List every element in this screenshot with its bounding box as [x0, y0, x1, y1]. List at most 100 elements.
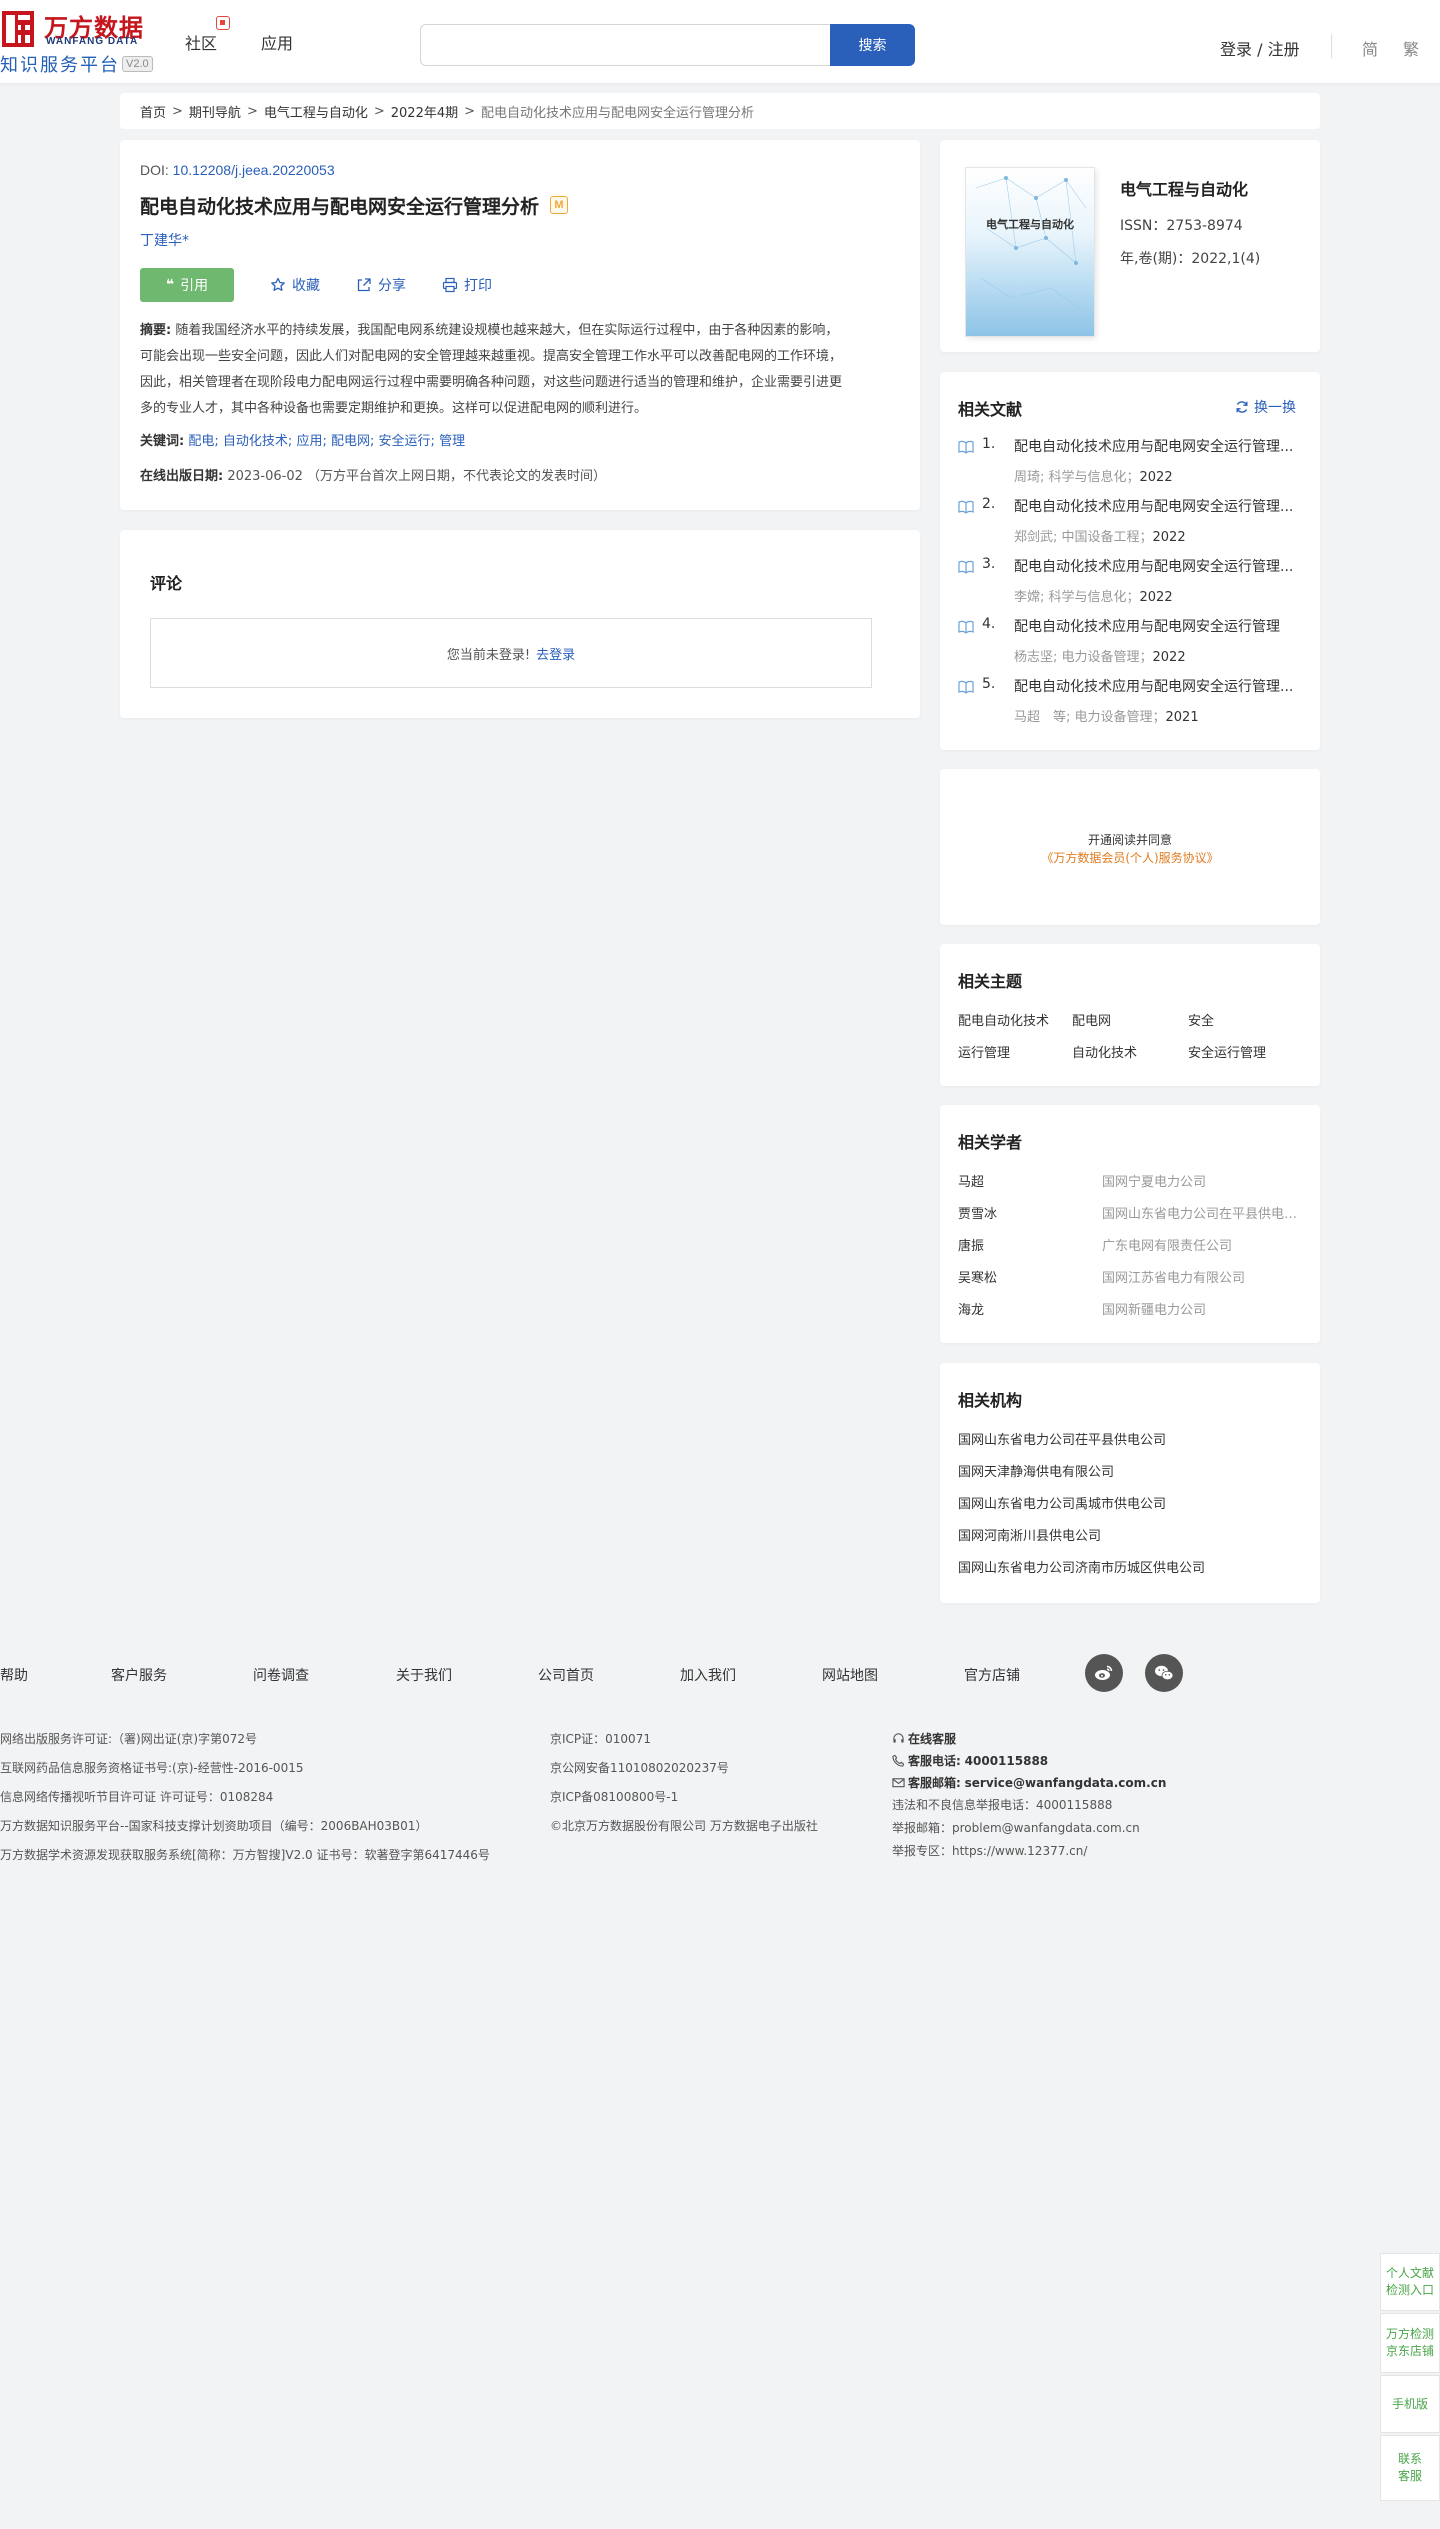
doi-line: DOI: 10.12208/j.jeea.20220053: [140, 162, 335, 178]
breadcrumb-issue[interactable]: 2022年4期: [391, 102, 458, 121]
book-icon: [958, 500, 974, 514]
footer-icp-record[interactable]: 京ICP备08100800号-1: [550, 1788, 678, 1805]
wechat-button[interactable]: [1145, 1654, 1183, 1692]
doc-title[interactable]: 配电自动化技术应用与配电网安全运行管理...: [1014, 496, 1304, 516]
journal-name[interactable]: 电气工程与自动化: [1120, 176, 1248, 200]
org-link[interactable]: 国网山东省电力公司茌平县供电公司: [958, 1429, 1166, 1448]
keyword-sep: ;: [370, 434, 375, 449]
topic-link[interactable]: 配电自动化技术: [958, 1010, 1058, 1029]
lang-simplified[interactable]: 简: [1362, 36, 1378, 60]
doc-meta: 周琦; 科学与信息化；2022: [1014, 466, 1173, 485]
footer-official-store[interactable]: 官方店铺: [964, 1665, 1020, 1685]
printer-icon: [442, 277, 458, 293]
org-link[interactable]: 国网河南淅川县供电公司: [958, 1525, 1101, 1544]
side-text: 检测入口: [1385, 2283, 1434, 2297]
search-input[interactable]: [420, 24, 830, 66]
keyword-link[interactable]: 配电网: [331, 434, 370, 449]
footer-company-home[interactable]: 公司首页: [538, 1665, 594, 1685]
go-login-link[interactable]: 去登录: [536, 644, 575, 663]
email-value[interactable]: service@wanfangdata.com.cn: [965, 1776, 1167, 1790]
related-scholars-card: 相关学者 马超 国网宁夏电力公司 贾雪冰 国网山东省电力公司在平县供电公司 唐振…: [940, 1105, 1320, 1343]
topic-link[interactable]: 安全: [1188, 1010, 1288, 1029]
email-label: 客服邮箱:: [908, 1776, 961, 1790]
doc-title[interactable]: 配电自动化技术应用与配电网安全运行管理...: [1014, 676, 1304, 696]
doc-title[interactable]: 配电自动化技术应用与配电网安全运行管理: [1014, 616, 1304, 636]
headset-icon: [893, 1733, 904, 1743]
keyword-link[interactable]: 配电: [188, 434, 214, 449]
scholar-name[interactable]: 吴寒松: [958, 1267, 997, 1286]
footer-license: 互联网药品信息服务资格证书号:(京)-经营性-2016-0015: [0, 1761, 304, 1775]
breadcrumb-home[interactable]: 首页: [140, 102, 166, 121]
keyword-link[interactable]: 自动化技术: [223, 434, 288, 449]
scholar-name[interactable]: 贾雪冰: [958, 1203, 997, 1222]
abstract-line: 因此，相关管理者在现阶段电力配电网运行过程中需要明确各种问题，对这些问题进行适当…: [140, 375, 843, 390]
keyword-link[interactable]: 管理: [439, 434, 465, 449]
phone-value: 4000115888: [964, 1754, 1049, 1768]
keyword-link[interactable]: 应用: [296, 434, 322, 449]
footer-survey[interactable]: 问卷调查: [253, 1665, 309, 1685]
doc-title[interactable]: 配电自动化技术应用与配电网安全运行管理...: [1014, 436, 1304, 456]
side-mobile[interactable]: 手机版: [1380, 2375, 1440, 2433]
topic-link[interactable]: 安全运行管理: [1188, 1042, 1288, 1061]
cite-button[interactable]: ❝ 引用: [140, 268, 234, 302]
doc-year: 2022: [1152, 530, 1186, 545]
print-button[interactable]: 打印: [442, 275, 492, 295]
footer-about[interactable]: 关于我们: [396, 1665, 452, 1685]
related-doc-item[interactable]: 3. 配电自动化技术应用与配电网安全运行管理... 李嫦; 科学与信息化；202…: [958, 556, 1303, 616]
member-agreement-link[interactable]: 《万方数据会员(个人)服务协议》: [940, 849, 1320, 866]
footer-police[interactable]: 京公网安备11010802020237号: [550, 1759, 729, 1776]
publish-date: 在线出版日期: 2023-06-02 （万方平台首次上网日期，不代表论文的发表时…: [140, 465, 606, 484]
doi-link[interactable]: 10.12208/j.jeea.20220053: [173, 162, 335, 178]
footer-online-service[interactable]: 在线客服: [892, 1730, 956, 1747]
related-doc-item[interactable]: 1. 配电自动化技术应用与配电网安全运行管理... 周琦; 科学与信息化；202…: [958, 436, 1303, 496]
doc-title[interactable]: 配电自动化技术应用与配电网安全运行管理...: [1014, 556, 1304, 576]
not-logged-text: 您当前未登录!: [446, 647, 531, 663]
breadcrumb-journal[interactable]: 电气工程与自动化: [264, 102, 368, 121]
topic-link[interactable]: 自动化技术: [1072, 1042, 1172, 1061]
side-contact-service[interactable]: 联系 客服: [1380, 2435, 1440, 2501]
scholar-name[interactable]: 唐振: [958, 1235, 984, 1254]
author-link[interactable]: 丁建华*: [140, 230, 189, 250]
scholar-name[interactable]: 马超: [958, 1171, 984, 1190]
journal-issn: ISSN：2753-8974: [1120, 218, 1243, 234]
footer-help[interactable]: 帮助: [0, 1665, 28, 1685]
related-doc-item[interactable]: 2. 配电自动化技术应用与配电网安全运行管理... 郑剑武; 中国设备工程；20…: [958, 496, 1303, 556]
weibo-button[interactable]: [1085, 1654, 1123, 1692]
footer-sitemap[interactable]: 网站地图: [822, 1665, 878, 1685]
login-register-link[interactable]: 登录 / 注册: [1220, 36, 1300, 60]
logo[interactable]: 万方数据 WANFANG DATA 知识服务平台 V2.0: [0, 6, 160, 76]
doc-meta: 郑剑武; 中国设备工程；2022: [1014, 526, 1186, 545]
topic-link[interactable]: 运行管理: [958, 1042, 1058, 1061]
org-link[interactable]: 国网山东省电力公司济南市历城区供电公司: [958, 1557, 1205, 1576]
org-link[interactable]: 国网天津静海供电有限公司: [958, 1461, 1114, 1480]
m-badge-icon[interactable]: M: [550, 196, 568, 214]
keywords: 关键词: 配电; 自动化技术; 应用; 配电网; 安全运行; 管理: [140, 430, 465, 449]
org-link[interactable]: 国网山东省电力公司禹城市供电公司: [958, 1493, 1166, 1512]
breadcrumb-journal-nav[interactable]: 期刊导航: [189, 102, 241, 121]
related-doc-item[interactable]: 4. 配电自动化技术应用与配电网安全运行管理 杨志坚; 电力设备管理；2022: [958, 616, 1303, 676]
nav-apps[interactable]: 应用: [261, 30, 293, 54]
footer-icp[interactable]: 京ICP证：010071: [550, 1730, 651, 1747]
footer-report-phone: 违法和不良信息举报电话：4000115888: [892, 1798, 1113, 1812]
keyword-link[interactable]: 安全运行: [379, 434, 431, 449]
swap-button[interactable]: 换一换: [1235, 397, 1296, 417]
scholar-name[interactable]: 海龙: [958, 1299, 984, 1318]
version-badge: V2.0: [122, 56, 153, 72]
nav-community[interactable]: 社区: [185, 30, 217, 54]
footer-report-area[interactable]: 举报专区：https://www.12377.cn/: [892, 1842, 1087, 1859]
topic-link[interactable]: 配电网: [1072, 1010, 1172, 1029]
related-doc-item[interactable]: 5. 配电自动化技术应用与配电网安全运行管理... 马超 等; 电力设备管理；2…: [958, 676, 1303, 736]
side-jd-store[interactable]: 万方检测 京东店铺: [1380, 2313, 1440, 2373]
pubdate-value: 2023-06-02: [227, 469, 303, 484]
journal-cover[interactable]: 电气工程与自动化: [966, 168, 1094, 336]
abstract-label: 摘要:: [140, 323, 172, 338]
keywords-label: 关键词:: [140, 434, 185, 449]
share-button[interactable]: 分享: [356, 275, 406, 295]
search-button[interactable]: 搜索: [830, 24, 915, 66]
favorite-button[interactable]: 收藏: [270, 275, 320, 295]
side-personal-check[interactable]: 个人文献 检测入口: [1380, 2253, 1440, 2311]
breadcrumb-sep: >: [464, 103, 476, 119]
lang-traditional[interactable]: 繁: [1403, 36, 1419, 60]
footer-customer-service[interactable]: 客户服务: [111, 1665, 167, 1685]
footer-join-us[interactable]: 加入我们: [680, 1665, 736, 1685]
